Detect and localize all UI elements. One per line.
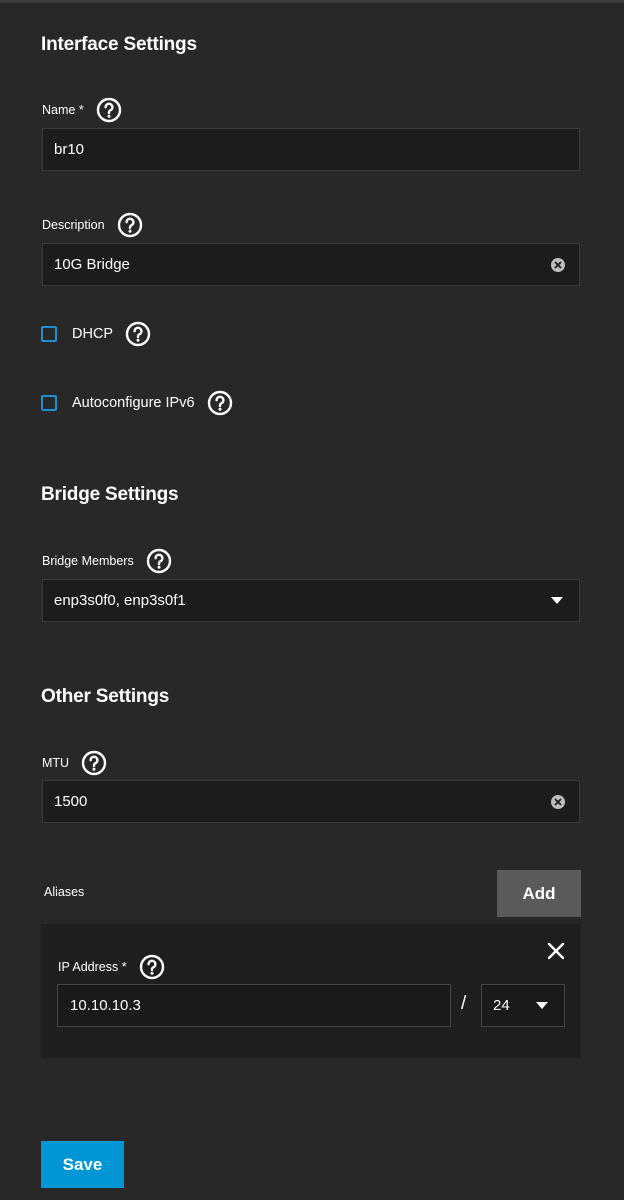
help-icon[interactable]	[207, 390, 233, 416]
alias-card: IP Address * 10.10.10.3 / 24	[41, 924, 581, 1058]
description-input[interactable]: 10G Bridge	[42, 243, 580, 286]
netmask-select[interactable]: 24	[481, 984, 565, 1027]
netmask-separator: /	[461, 993, 467, 1014]
bridge-members-select[interactable]: enp3s0f0, enp3s0f1	[42, 579, 580, 622]
dhcp-checkbox[interactable]	[41, 326, 57, 342]
ip-address-value: 10.10.10.3	[70, 997, 141, 1014]
description-label: Description	[42, 212, 143, 238]
top-border	[0, 0, 624, 3]
mtu-input[interactable]: 1500	[42, 780, 580, 823]
name-value: br10	[54, 141, 85, 158]
help-icon[interactable]	[146, 548, 172, 574]
help-icon[interactable]	[117, 212, 143, 238]
clear-circle-icon[interactable]	[551, 794, 565, 809]
aliases-label: Aliases	[44, 885, 85, 899]
help-icon[interactable]	[139, 954, 165, 980]
close-icon[interactable]	[547, 942, 565, 960]
autoconfigure-ipv6-row: Autoconfigure IPv6	[41, 390, 233, 416]
bridge-members-value: enp3s0f0, enp3s0f1	[54, 592, 186, 609]
mtu-value: 1500	[54, 793, 88, 810]
clear-circle-icon[interactable]	[551, 257, 565, 272]
ip-address-input[interactable]: 10.10.10.3	[57, 984, 451, 1027]
mtu-label: MTU	[42, 750, 107, 776]
other-settings-title: Other Settings	[41, 686, 170, 707]
bridge-settings-title: Bridge Settings	[41, 484, 179, 505]
add-alias-button[interactable]: Add	[497, 870, 581, 917]
help-icon[interactable]	[125, 321, 151, 347]
save-button[interactable]: Save	[41, 1141, 124, 1188]
description-value: 10G Bridge	[54, 256, 130, 273]
caret-down-icon[interactable]	[551, 597, 563, 604]
bridge-members-label: Bridge Members	[42, 548, 172, 574]
help-icon[interactable]	[81, 750, 107, 776]
netmask-value: 24	[493, 997, 510, 1014]
help-icon[interactable]	[96, 97, 122, 123]
autoconfigure-ipv6-checkbox[interactable]	[41, 395, 57, 411]
interface-settings-title: Interface Settings	[41, 34, 197, 55]
dhcp-row: DHCP	[41, 321, 151, 347]
caret-down-icon[interactable]	[536, 1002, 548, 1009]
ip-address-label: IP Address *	[58, 954, 165, 980]
name-input[interactable]: br10	[42, 128, 580, 171]
name-label: Name *	[42, 97, 122, 123]
